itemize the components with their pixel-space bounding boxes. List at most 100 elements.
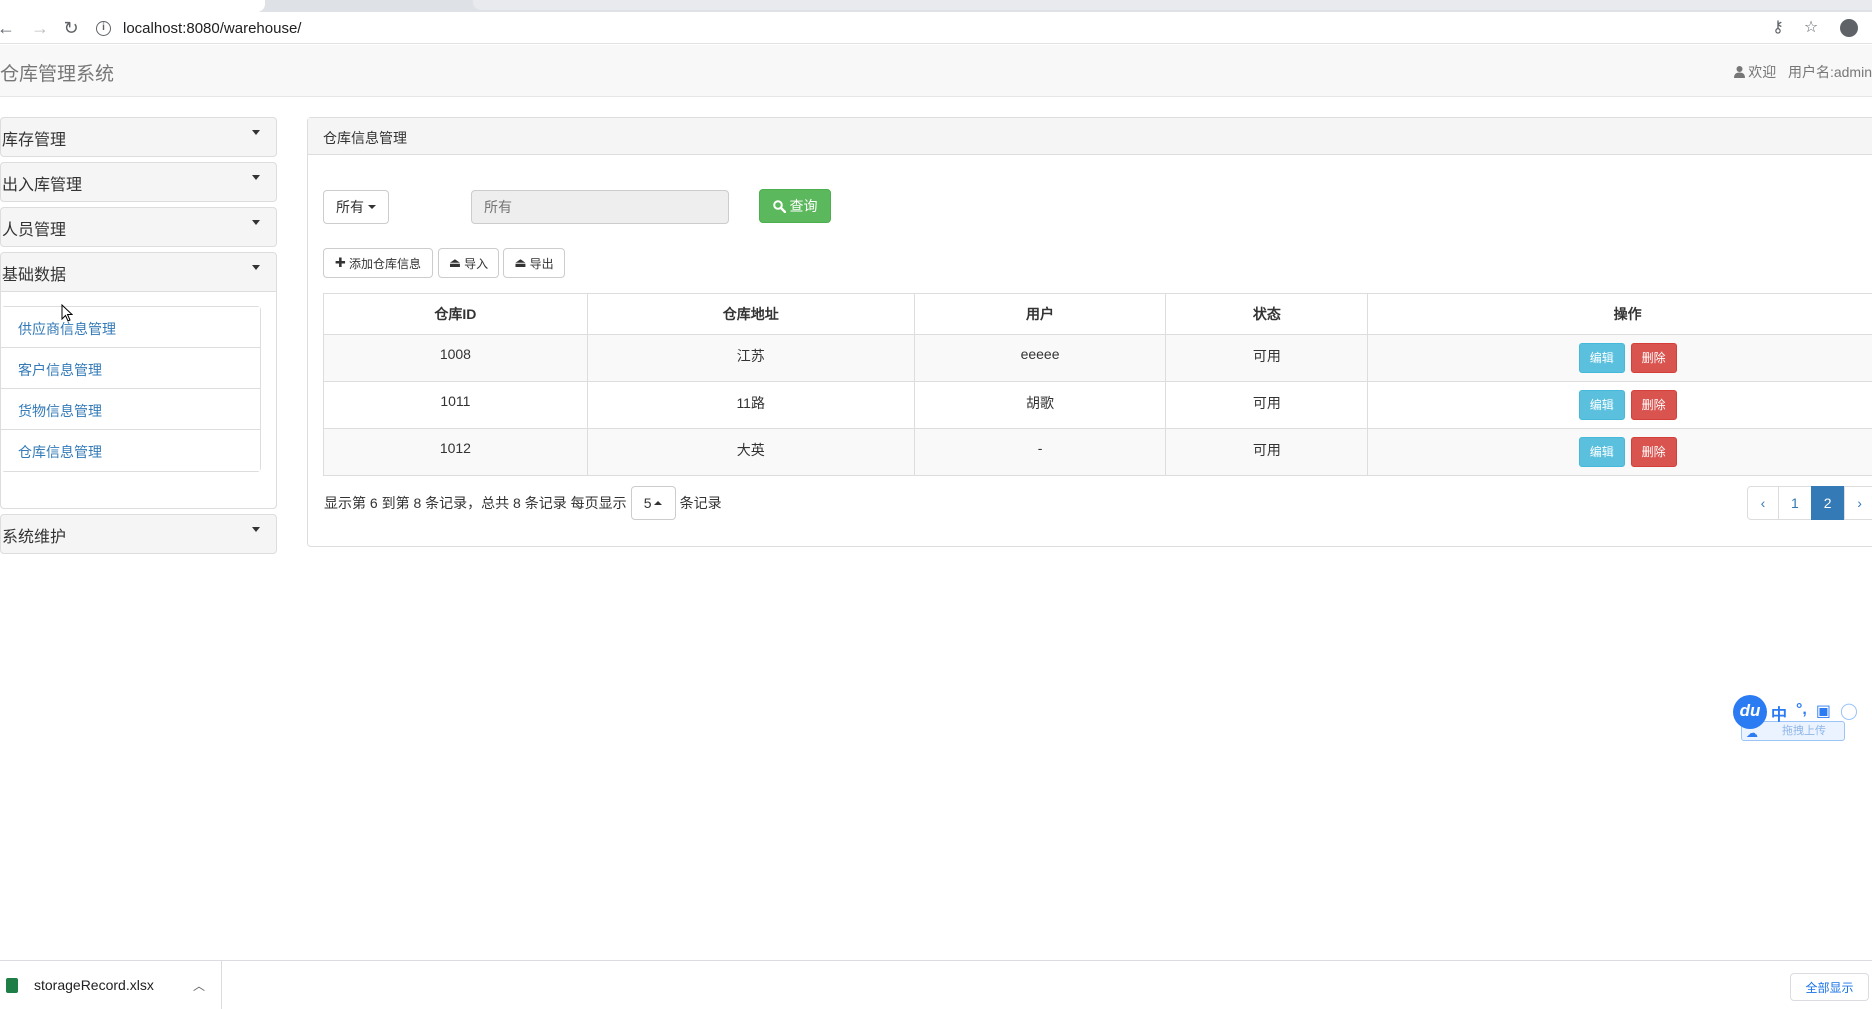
page-size-value: 5: [644, 495, 652, 511]
cell-status: 可用: [1166, 335, 1368, 382]
browser-toolbar: ← → ↻ i localhost:8080/warehouse/ ⚷ ☆: [0, 12, 1872, 44]
inactive-tab[interactable]: [473, 0, 1872, 10]
caret-down-icon: [252, 265, 260, 270]
search-input[interactable]: [471, 190, 729, 224]
ime-user-icon[interactable]: ◯: [1840, 701, 1858, 725]
query-button[interactable]: 查询: [759, 189, 831, 223]
delete-button[interactable]: 删除: [1631, 390, 1677, 420]
column-header[interactable]: 仓库地址: [587, 294, 914, 335]
delete-button[interactable]: 删除: [1631, 437, 1677, 467]
brand-title[interactable]: 仓库管理系统: [0, 59, 114, 86]
ime-buttons: 中 °, ▣ ◯: [1771, 701, 1858, 725]
filter-dropdown[interactable]: 所有: [323, 190, 389, 224]
ime-upload-label: 拖拽上传: [1782, 725, 1826, 737]
url-text[interactable]: localhost:8080/warehouse/: [123, 20, 301, 37]
user-info[interactable]: 欢迎 用户名:admin: [1734, 62, 1872, 82]
sidebar-group-inventory[interactable]: 库存管理: [0, 117, 277, 157]
address-bar[interactable]: i localhost:8080/warehouse/: [96, 15, 1776, 41]
cell-actions: 编辑 删除: [1368, 429, 1872, 476]
search-icon: [773, 200, 786, 213]
cell-address: 11路: [587, 382, 914, 429]
sidebar-item-customer[interactable]: 客户信息管理: [1, 348, 260, 389]
tab-strip: [0, 0, 1872, 12]
chevron-up-icon[interactable]: ︿: [193, 977, 205, 994]
query-button-label: 查询: [790, 196, 818, 216]
column-header[interactable]: 状态: [1166, 294, 1368, 335]
profile-icon[interactable]: [1837, 16, 1861, 40]
pagination-suffix: 条记录: [680, 493, 722, 513]
star-icon[interactable]: ☆: [1799, 16, 1823, 40]
ime-logo[interactable]: du: [1733, 695, 1767, 729]
back-icon[interactable]: ←: [0, 16, 18, 40]
sidebar-item-warehouse[interactable]: 仓库信息管理: [1, 430, 260, 471]
download-file-name: storageRecord.xlsx: [34, 977, 154, 993]
username-text: 用户名:admin: [1788, 64, 1872, 80]
next-page-button[interactable]: ›: [1844, 486, 1872, 520]
sidebar-group-system[interactable]: 系统维护: [0, 514, 277, 554]
table-header-row: 仓库ID 仓库地址 用户 状态 操作: [324, 294, 1872, 335]
table-row: 1008 江苏 eeeee 可用 编辑 删除: [324, 335, 1872, 382]
sidebar-group-label: 系统维护: [2, 529, 66, 546]
export-icon: ⏏: [514, 255, 526, 271]
page-button-2[interactable]: 2: [1811, 486, 1845, 520]
cell-address: 大英: [587, 429, 914, 476]
table-row: 1012 大英 - 可用 编辑 删除: [324, 429, 1872, 476]
import-button[interactable]: ⏏导入: [438, 248, 499, 278]
ime-lang-toggle[interactable]: 中: [1771, 701, 1787, 725]
key-icon[interactable]: ⚷: [1766, 16, 1790, 40]
caret-down-icon: [368, 205, 376, 209]
column-header[interactable]: 用户: [914, 294, 1166, 335]
page-button-1[interactable]: 1: [1778, 486, 1812, 520]
panel-title: 仓库信息管理: [308, 118, 1872, 155]
prev-page-button[interactable]: ‹: [1747, 486, 1779, 520]
edit-button[interactable]: 编辑: [1579, 437, 1625, 467]
plus-icon: ✚: [335, 255, 346, 271]
sidebar-group-label: 人员管理: [2, 222, 66, 239]
excel-file-icon: [6, 978, 18, 993]
export-button[interactable]: ⏏导出: [503, 248, 565, 278]
welcome-text: 欢迎: [1748, 64, 1776, 80]
page-size-dropdown[interactable]: 5: [631, 486, 676, 520]
caret-down-icon: [252, 175, 260, 180]
sidebar-group-label: 出入库管理: [2, 177, 82, 194]
mouse-cursor-icon: [61, 304, 73, 322]
sidebar-item-goods[interactable]: 货物信息管理: [1, 389, 260, 430]
user-icon: [1734, 66, 1745, 78]
cell-address: 江苏: [587, 335, 914, 382]
caret-up-icon: [654, 501, 662, 505]
cell-user: -: [914, 429, 1166, 476]
add-warehouse-button[interactable]: ✚添加仓库信息: [323, 248, 433, 278]
ime-punct-toggle[interactable]: °,: [1796, 701, 1807, 725]
edit-button[interactable]: 编辑: [1579, 343, 1625, 373]
column-header[interactable]: 仓库ID: [324, 294, 588, 335]
pagination: ‹ 1 2 ›: [1747, 486, 1872, 520]
sidebar-group-base-data[interactable]: 基础数据 供应商信息管理 客户信息管理 货物信息管理 仓库信息管理: [0, 252, 277, 509]
sidebar-group-in-out[interactable]: 出入库管理: [0, 162, 277, 202]
app-navbar: 仓库管理系统 欢迎 用户名:admin: [0, 45, 1872, 97]
delete-button[interactable]: 删除: [1631, 343, 1677, 373]
ime-toolbar[interactable]: ☁ 拖拽上传 du 中 °, ▣ ◯: [1733, 695, 1872, 749]
sidebar-item-supplier[interactable]: 供应商信息管理: [1, 307, 260, 348]
cell-user: eeeee: [914, 335, 1166, 382]
ime-skin-icon[interactable]: ▣: [1816, 701, 1831, 725]
show-all-downloads-button[interactable]: 全部显示: [1790, 973, 1869, 1001]
download-bar: storageRecord.xlsx ︿ 全部显示: [0, 960, 1872, 1008]
reload-icon[interactable]: ↻: [59, 16, 83, 40]
sidebar-group-personnel[interactable]: 人员管理: [0, 207, 277, 247]
download-item[interactable]: storageRecord.xlsx ︿: [0, 961, 222, 1009]
cell-id: 1008: [324, 335, 588, 382]
edit-button[interactable]: 编辑: [1579, 390, 1625, 420]
add-warehouse-label: 添加仓库信息: [349, 255, 421, 272]
cell-id: 1011: [324, 382, 588, 429]
pagination-info-text: 显示第 6 到第 8 条记录，总共 8 条记录 每页显示: [324, 493, 627, 513]
caret-down-icon: [252, 130, 260, 135]
cell-id: 1012: [324, 429, 588, 476]
table-row: 1011 11路 胡歌 可用 编辑 删除: [324, 382, 1872, 429]
active-tab[interactable]: [0, 0, 265, 12]
cell-actions: 编辑 删除: [1368, 335, 1872, 382]
forward-icon[interactable]: →: [28, 16, 52, 40]
site-info-icon[interactable]: i: [96, 21, 111, 36]
filter-dropdown-value: 所有: [336, 197, 364, 217]
pagination-info: 显示第 6 到第 8 条记录，总共 8 条记录 每页显示 5 条记录: [324, 486, 722, 520]
column-header: 操作: [1368, 294, 1872, 335]
